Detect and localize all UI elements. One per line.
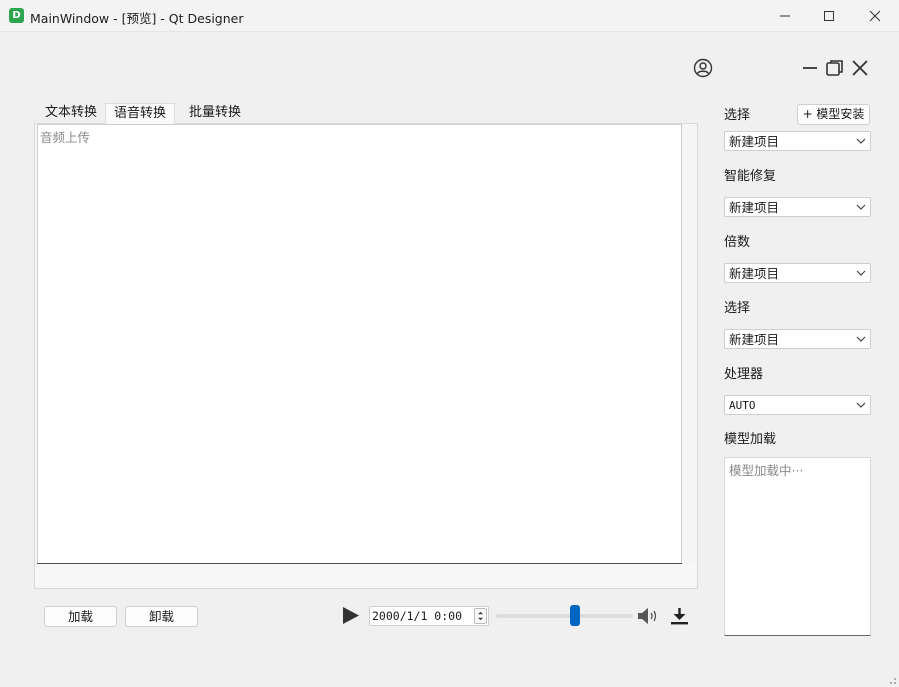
smart-repair-label: 智能修复 <box>724 169 777 184</box>
app-close-icon[interactable] <box>850 58 870 78</box>
download-icon[interactable] <box>669 606 690 626</box>
datetime-spin-buttons[interactable] <box>474 608 487 624</box>
audio-upload-area[interactable] <box>37 124 682 564</box>
chevron-down-icon <box>856 138 866 144</box>
combo-value: 新建项目 <box>729 266 780 281</box>
select2-label: 选择 <box>724 301 751 316</box>
playback-slider[interactable] <box>496 614 633 618</box>
datetime-value: 2000/1/1 0:00 <box>372 609 463 623</box>
chevron-down-icon <box>856 204 866 210</box>
install-model-button[interactable]: + 模型安装 <box>797 104 870 125</box>
processor-label: 处理器 <box>724 367 764 382</box>
multiplier-label: 倍数 <box>724 235 751 250</box>
slider-handle[interactable] <box>569 605 580 626</box>
close-icon <box>869 10 881 22</box>
minimize-icon <box>780 15 790 17</box>
user-circle-icon[interactable] <box>693 58 713 78</box>
maximize-icon <box>824 11 834 21</box>
app-restore-icon[interactable] <box>825 58 845 78</box>
processor-combo[interactable]: AUTO <box>724 395 871 415</box>
window-close-button[interactable] <box>852 0 898 32</box>
select-combo[interactable]: 新建项目 <box>724 131 871 151</box>
model-loading-log[interactable] <box>724 457 871 636</box>
tab-text-conversion[interactable]: 文本转换 <box>37 103 105 124</box>
multiplier-combo[interactable]: 新建项目 <box>724 263 871 283</box>
unload-button[interactable]: 卸载 <box>125 606 198 627</box>
app-icon: D <box>9 8 24 23</box>
smart-repair-combo[interactable]: 新建项目 <box>724 197 871 217</box>
volume-icon[interactable] <box>636 606 660 626</box>
window-title: MainWindow - [预览] - Qt Designer <box>30 11 244 26</box>
divider <box>37 563 682 564</box>
model-loading-placeholder: 模型加载中··· <box>729 463 804 478</box>
chevron-down-icon <box>856 270 866 276</box>
load-button[interactable]: 加载 <box>44 606 117 627</box>
window-maximize-button[interactable] <box>806 0 852 32</box>
combo-value: 新建项目 <box>729 134 780 149</box>
select-label: 选择 <box>724 108 751 123</box>
play-icon[interactable] <box>341 606 361 625</box>
chevron-down-icon <box>856 336 866 342</box>
app-minimize-icon[interactable] <box>801 58 819 78</box>
combo-value: AUTO <box>729 399 756 412</box>
model-loading-label: 模型加载 <box>724 432 777 447</box>
tab-voice-conversion[interactable]: 语音转换 <box>105 103 176 124</box>
tab-batch-conversion[interactable]: 批量转换 <box>181 103 249 124</box>
window-minimize-button[interactable] <box>762 0 808 32</box>
chevron-down-icon <box>856 402 866 408</box>
vertical-scrollbar[interactable] <box>682 124 696 564</box>
select2-combo[interactable]: 新建项目 <box>724 329 871 349</box>
combo-value: 新建项目 <box>729 332 780 347</box>
combo-value: 新建项目 <box>729 200 780 215</box>
resize-grip-icon[interactable] <box>885 673 897 685</box>
audio-upload-label: 音频上传 <box>40 130 91 145</box>
